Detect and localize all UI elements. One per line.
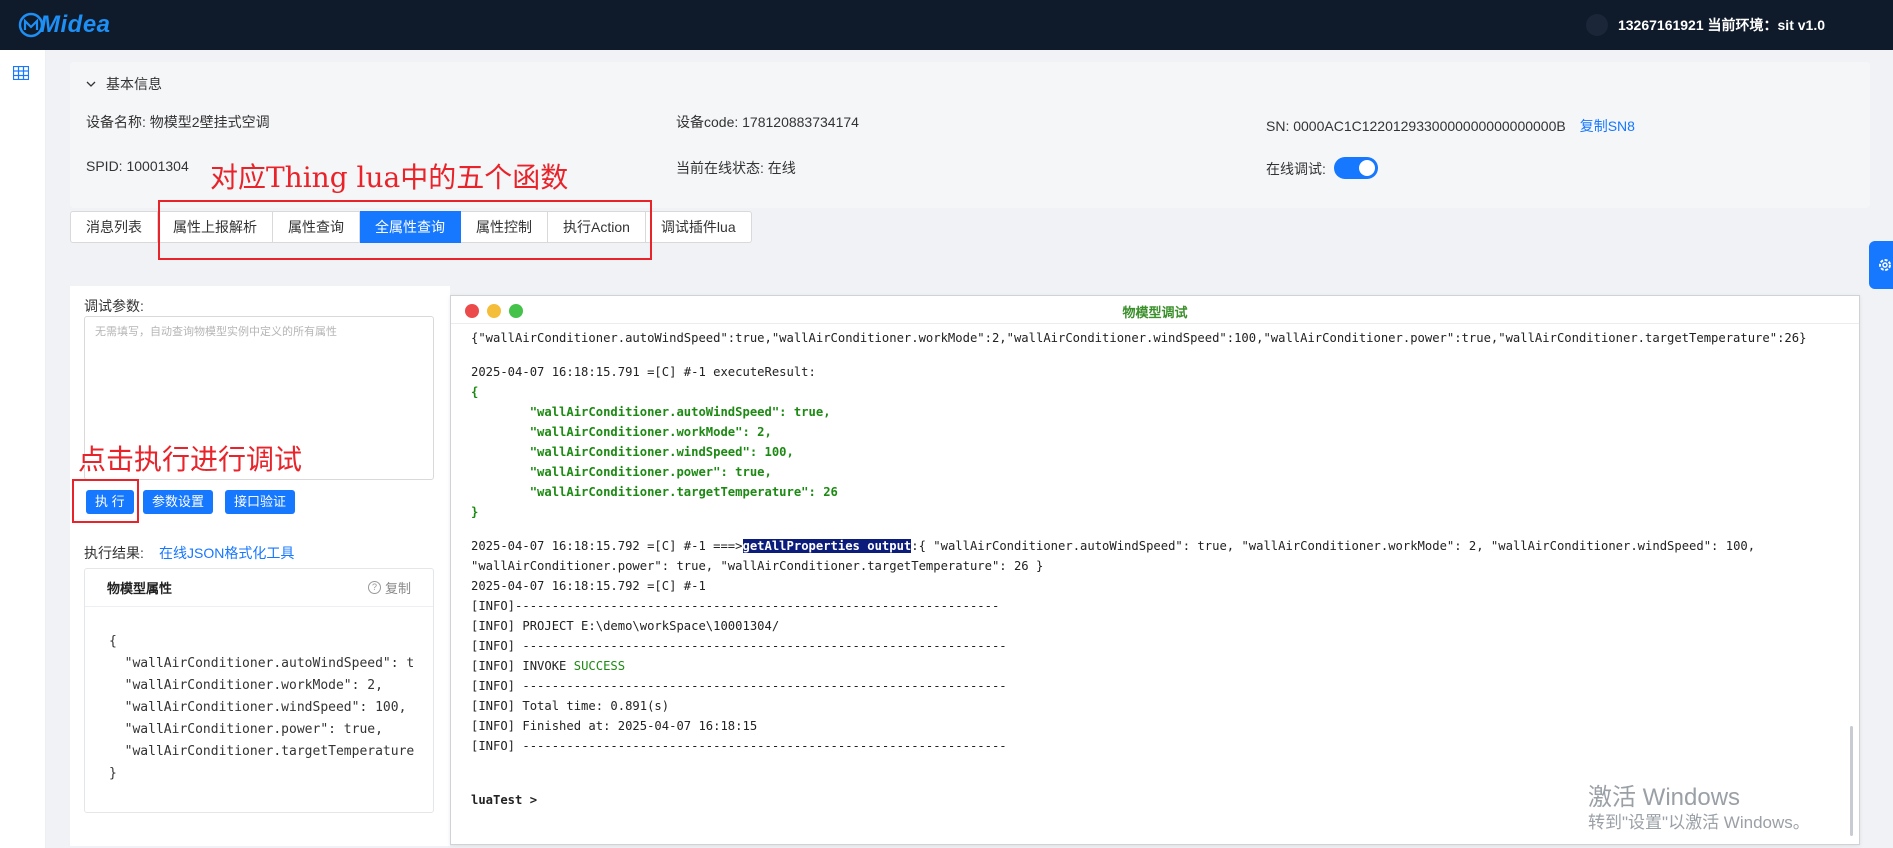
chevron-down-icon (86, 81, 96, 87)
online-debug-switch[interactable] (1334, 157, 1378, 179)
top-bar: Midea 13267161921 当前环境：sit v1.0 (0, 0, 1893, 50)
params-label: 调试参数: (84, 298, 144, 314)
tab-debug-plugin-lua[interactable]: 调试插件lua (645, 211, 752, 243)
terminal-line: [INFO] Finished at: 2025-04-07 16:18:15 (471, 719, 758, 733)
output-suffix: :{ "wallAirConditioner.autoWindSpeed": t… (911, 539, 1756, 553)
result-title: 物模型属性 (107, 581, 173, 596)
terminal-line: } (471, 505, 479, 519)
terminal-line: "wallAirConditioner.windSpeed": 100, (471, 445, 794, 459)
terminal-line: 2025-04-07 16:18:15.792 =[C] #-1 (471, 579, 706, 593)
terminal-line: "wallAirConditioner.power": true, "wallA… (471, 559, 1044, 573)
terminal-line: "wallAirConditioner.power": true, (471, 465, 772, 479)
thing-model-debug-terminal: 物模型调试 {"wallAirConditioner.autoWindSpeed… (450, 295, 1860, 845)
sn-value: SN: 0000AC1C1220129330000000000000000B (1266, 118, 1566, 134)
device-name: 设备名称: 物模型2壁挂式空调 (86, 114, 270, 130)
online-debug-label: 在线调试: (1266, 161, 1326, 177)
interface-verify-button[interactable]: 接口验证 (225, 490, 296, 514)
online-status: 当前在线状态: 在线 (676, 160, 796, 176)
tab-message-list[interactable]: 消息列表 (70, 211, 158, 243)
terminal-line: 2025-04-07 16:18:15.791 =[C] #-1 execute… (471, 365, 816, 379)
terminal-line: "wallAirConditioner.targetTemperature": … (471, 485, 838, 499)
terminal-line: [INFO] Total time: 0.891(s) (471, 699, 670, 713)
result-line: "wallAirConditioner.workMode": 2, (109, 678, 383, 693)
result-label: 执行结果: (84, 545, 144, 561)
terminal-line: [INFO]----------------------------------… (471, 599, 1000, 613)
avatar (1585, 14, 1608, 36)
terminal-line: [INFO] ---------------------------------… (471, 679, 1007, 693)
execute-annotation-text: 点击执行进行调试 (78, 443, 303, 476)
terminal-line-invoke: [INFO] INVOKE SUCCESS (471, 656, 1831, 676)
terminal-line: "wallAirConditioner.autoWindSpeed": true… (471, 405, 831, 419)
midea-logo[interactable]: Midea (18, 11, 111, 39)
tabs-annotation-text: 对应Thing lua中的五个函数 (210, 161, 569, 194)
param-settings-button[interactable]: 参数设置 (143, 490, 214, 514)
windows-activation-watermark: 激活 Windows (1588, 784, 1741, 811)
result-line: "wallAirConditioner.power": true, (109, 722, 383, 737)
help-icon: ? (367, 581, 381, 594)
result-line: } (109, 766, 117, 781)
copy-result-button[interactable]: ? 复制 (367, 578, 411, 597)
left-rail (0, 50, 46, 848)
gear-icon (1879, 259, 1891, 271)
result-line: "wallAirConditioner.autoWindSpeed": t (109, 656, 415, 671)
terminal-title: 物模型调试 (1122, 305, 1188, 320)
terminal-scrollbar[interactable] (1850, 726, 1853, 836)
terminal-titlebar: 物模型调试 (451, 296, 1859, 324)
logo-text: Midea (40, 11, 111, 38)
result-header: 物模型属性 ? 复制 (85, 569, 433, 607)
spid: SPID: 10001304 (86, 158, 189, 174)
terminal-line-output: 2025-04-07 16:18:15.792 =[C] #-1 ===>get… (471, 536, 1831, 556)
table-grid-icon[interactable] (13, 66, 29, 80)
result-line: "wallAirConditioner.targetTemperature (109, 744, 415, 759)
result-card: 物模型属性 ? 复制 { "wallAirConditioner.autoWin… (84, 568, 434, 813)
section-title: 基本信息 (106, 76, 162, 92)
terminal-line: { (471, 385, 479, 399)
copy-label: 复制 (384, 581, 411, 596)
terminal-line: {"wallAirConditioner.autoWindSpeed":true… (471, 331, 1807, 345)
user-info[interactable]: 13267161921 当前环境：sit v1.0 (1585, 14, 1825, 36)
params-placeholder: 无需填写，自动查询物模型实例中定义的所有属性 (95, 326, 337, 338)
invoke-success: SUCCESS (573, 659, 626, 673)
terminal-line: "wallAirConditioner.workMode": 2, (471, 425, 772, 439)
terminal-line: [INFO] PROJECT E:\demo\workSpace\1000130… (471, 619, 780, 633)
result-line: { (109, 634, 117, 649)
result-json: { "wallAirConditioner.autoWindSpeed": t … (85, 607, 433, 812)
windows-activation-hint: 转到"设置"以激活 Windows。 (1588, 813, 1810, 832)
copy-sn-link[interactable]: 复制SN8 (1580, 118, 1635, 134)
tabs-annotation-box (158, 200, 652, 260)
debug-panel: 调试参数: 无需填写，自动查询物模型实例中定义的所有属性 执 行 参数设置 接口… (70, 286, 450, 846)
execute-annotation-box (72, 479, 139, 523)
terminal-line: [INFO] ---------------------------------… (471, 739, 1007, 753)
basic-info-toggle[interactable]: 基本信息 (86, 74, 162, 94)
sn-field: SN: 0000AC1C1220129330000000000000000B 复制… (1266, 116, 1635, 136)
terminal-line: [INFO] ---------------------------------… (471, 639, 1007, 653)
result-line: "wallAirConditioner.windSpeed": 100, (109, 700, 407, 715)
output-highlight: getAllProperties output (742, 539, 912, 553)
user-env-text: 13267161921 当前环境：sit v1.0 (1617, 17, 1825, 33)
floating-settings-button[interactable] (1869, 241, 1893, 289)
json-format-tool-link[interactable]: 在线JSON格式化工具 (159, 543, 294, 563)
terminal-output[interactable]: {"wallAirConditioner.autoWindSpeed":true… (471, 328, 1831, 810)
invoke-prefix: [INFO] INVOKE (471, 659, 574, 673)
device-code: 设备code: 178120883734174 (676, 114, 859, 130)
output-prefix: 2025-04-07 16:18:15.792 =[C] #-1 ===> (471, 539, 743, 553)
